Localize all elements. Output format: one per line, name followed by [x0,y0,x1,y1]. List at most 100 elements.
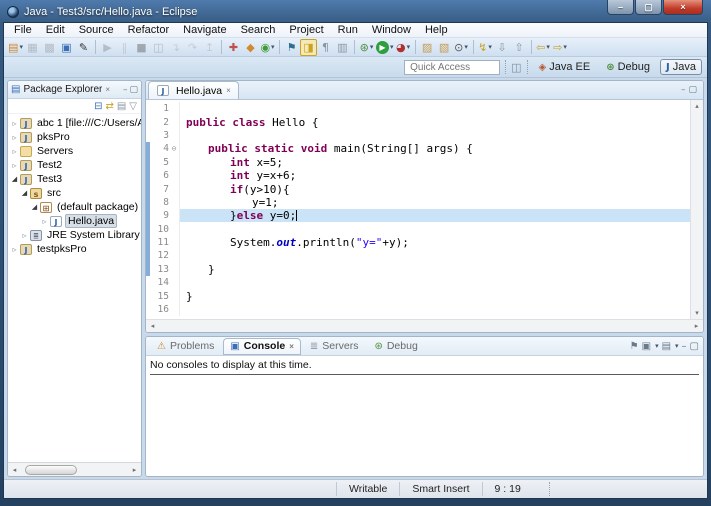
perspective-java-button[interactable]: JJava [660,59,702,75]
minimize-editor-button[interactable]: – [681,85,686,95]
vertical-scrollbar[interactable]: ▴ ▾ [690,100,703,319]
scroll-up-icon[interactable]: ▴ [691,102,704,110]
last-edit-location-button[interactable]: ↯▾ [477,39,494,56]
previous-annotation-button[interactable]: ⇧ [511,39,528,56]
code-line-15[interactable]: 15} [146,289,690,302]
open-resource-button[interactable]: ▨ [419,39,436,56]
tree-item-test3[interactable]: ◢JTest3 [8,172,141,186]
expand-arrow-icon[interactable]: ▹ [10,119,19,128]
minimize-button[interactable]: – [607,0,634,15]
search-button[interactable]: ⊙▾ [453,39,470,56]
minimize-view-button[interactable]: – [123,85,128,95]
code-line-8[interactable]: 8y=1; [146,196,690,209]
menu-edit[interactable]: Edit [39,24,72,36]
debug-button[interactable]: ⊛▾ [358,39,375,56]
external-tools-button[interactable]: ◕▾ [395,39,412,56]
perspective-java-ee-button[interactable]: ◈Java EE [533,59,597,75]
link-with-editor-icon[interactable]: ⇄ [105,101,113,112]
code-line-5[interactable]: 5int x=5; [146,156,690,169]
tree-item-testpkspro[interactable]: ▹JtestpksPro [8,242,141,256]
suspend-button[interactable]: ‖ [116,39,133,56]
open-console-icon[interactable]: ▤ [662,341,671,352]
open-perspective-button[interactable]: ◫ [511,61,521,74]
expand-arrow-icon[interactable]: ▹ [10,133,19,142]
tree-item-jre-system-library-javas[interactable]: ▹≣JRE System Library [JavaS [8,228,141,242]
editor-tab-hello-java[interactable]: J Hello.java × [148,81,239,99]
maximize-view-icon[interactable]: ▢ [690,341,699,352]
project-tree[interactable]: ▹Jabc 1 [file:///C:/Users/Admir▹JpksPro▹… [8,114,141,462]
tree-item-pkspro[interactable]: ▹JpksPro [8,130,141,144]
tab-debug[interactable]: ⊛Debug [367,338,424,355]
disconnect-button[interactable]: ◫ [150,39,167,56]
new-wizard-button[interactable]: ▤▾ [7,39,24,56]
package-explorer-tab[interactable]: ▤ Package Explorer × – ▢ [8,81,141,99]
expand-arrow-icon[interactable]: ▹ [40,217,49,226]
new-plugin-button[interactable]: ⚑ [283,39,300,56]
tab-problems[interactable]: ⚠Problems [150,338,221,355]
scroll-down-icon[interactable]: ▾ [691,309,704,317]
quick-access-input[interactable]: Quick Access [404,60,500,75]
view-layout-icon[interactable]: ▤ [117,101,126,112]
horizontal-scrollbar[interactable]: ◂ ▸ [8,462,141,476]
next-annotation-button[interactable]: ⇩ [494,39,511,56]
code-line-4[interactable]: 4⊖public static void main(String[] args)… [146,142,690,155]
scrollbar-thumb[interactable] [25,465,77,475]
back-button[interactable]: ⇦▾ [535,39,552,56]
tree-item-src[interactable]: ◢ssrc [8,186,141,200]
step-over-button[interactable]: ↷ [184,39,201,56]
scroll-right-icon[interactable]: ▸ [690,322,703,330]
forward-button[interactable]: ⇨▾ [552,39,569,56]
title-bar[interactable]: Java - Test3/src/Hello.java - Eclipse [3,2,708,22]
collapse-arrow-icon[interactable]: ◢ [20,189,29,197]
step-return-button[interactable]: ↥ [201,39,218,56]
menu-search[interactable]: Search [234,24,283,36]
open-type-button[interactable]: ◉▾ [259,39,276,56]
expand-arrow-icon[interactable]: ▹ [10,161,19,170]
tree-item-abc-1-file-c-users-admir[interactable]: ▹Jabc 1 [file:///C:/Users/Admir [8,116,141,130]
step-into-button[interactable]: ↴ [167,39,184,56]
menu-help[interactable]: Help [418,24,455,36]
collapse-arrow-icon[interactable]: ◢ [30,203,39,211]
collapse-arrow-icon[interactable]: ◢ [10,175,19,183]
horizontal-scrollbar[interactable]: ◂ ▸ [146,319,703,332]
menu-run[interactable]: Run [331,24,365,36]
tree-item-default-package[interactable]: ◢⊞(default package) [8,200,141,214]
menu-source[interactable]: Source [72,24,121,36]
close-button[interactable]: × [663,0,703,15]
mark-occurrences-button[interactable]: ◨ [300,39,317,56]
save-button[interactable]: ▦ [24,39,41,56]
close-view-icon[interactable]: × [105,85,110,94]
expand-arrow-icon[interactable]: ▹ [10,245,19,254]
selection-pencil-button[interactable]: ✎ [75,39,92,56]
minimize-view-icon[interactable]: – [682,341,687,352]
tab-servers[interactable]: ≣Servers [303,338,366,355]
scroll-left-icon[interactable]: ◂ [8,466,21,474]
show-whitespace-button[interactable]: ¶ [317,39,334,56]
coverage-button[interactable]: ◆ [242,39,259,56]
scroll-right-icon[interactable]: ▸ [128,466,141,474]
code-line-10[interactable]: 10 [146,223,690,236]
scroll-left-icon[interactable]: ◂ [146,322,159,330]
menu-navigate[interactable]: Navigate [176,24,233,36]
code-editor[interactable]: 12public class Hello {34⊖public static v… [146,100,703,319]
pin-console-icon[interactable]: ⚑ [630,341,639,352]
code-line-11[interactable]: 11System.out.println("y="+y); [146,236,690,249]
code-line-9[interactable]: 9}else y=0; [146,209,690,222]
menu-project[interactable]: Project [282,24,330,36]
code-line-2[interactable]: 2public class Hello { [146,115,690,128]
resume-button[interactable]: ▶ [99,39,116,56]
menu-window[interactable]: Window [365,24,418,36]
perspective-debug-button[interactable]: ⊛Debug [600,59,656,75]
fold-marker-icon[interactable]: ⊖ [169,142,180,155]
block-selection-button[interactable]: ▥ [334,39,351,56]
code-line-1[interactable]: 1 [146,102,690,115]
run-button[interactable]: ▶▾ [375,39,395,56]
expand-arrow-icon[interactable]: ▹ [10,147,19,156]
code-line-13[interactable]: 13} [146,263,690,276]
display-selected-console-icon[interactable]: ▣ [642,341,651,352]
code-line-16[interactable]: 16 [146,303,690,316]
maximize-editor-button[interactable]: ▢ [688,85,697,95]
terminate-button[interactable]: ■ [133,39,150,56]
open-task-button[interactable]: ▣ [58,39,75,56]
close-tab-icon[interactable]: × [289,342,294,351]
